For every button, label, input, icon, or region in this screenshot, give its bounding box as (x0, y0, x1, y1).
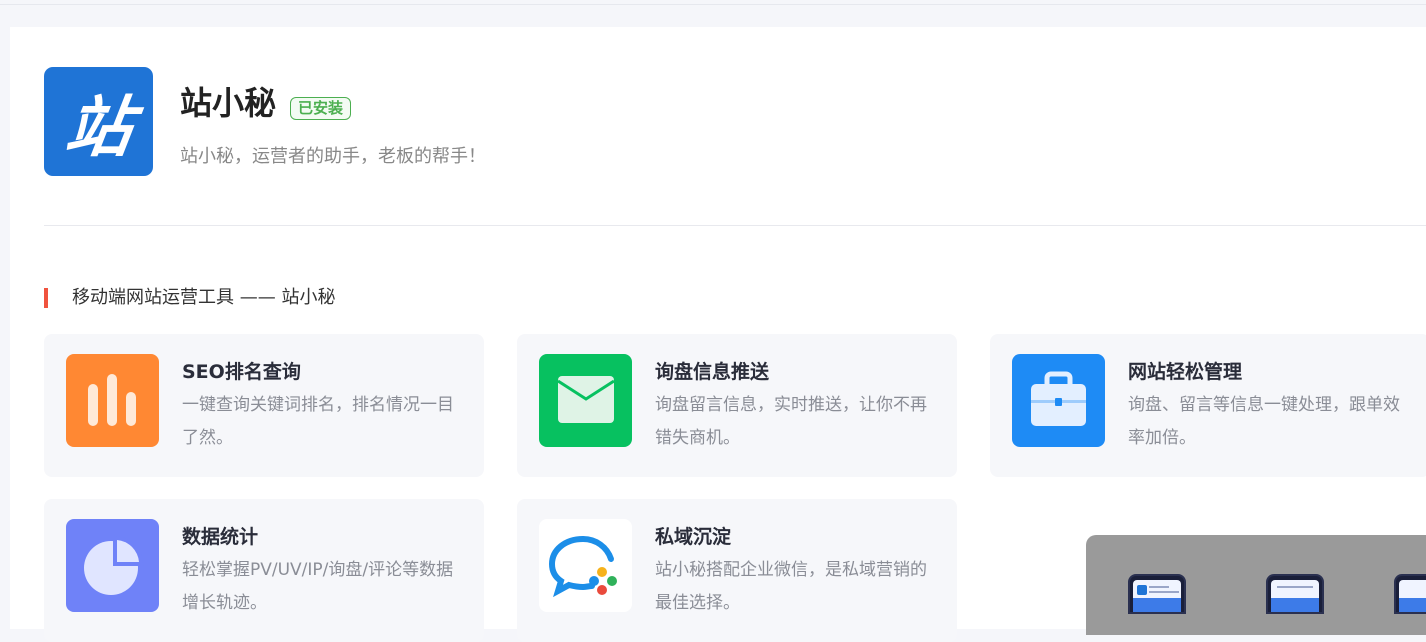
feature-title: 私域沉淀 (655, 526, 732, 548)
app-description: 站小秘，运营者的助手，老板的帮手！ (180, 146, 486, 167)
top-divider (0, 4, 1426, 5)
feature-title: 数据统计 (182, 526, 259, 548)
feature-card-statistics[interactable]: 数据统计 轻松掌握PV/UV/IP/询盘/评论等数据增长轨迹。 (44, 499, 484, 642)
section-accent-bar (44, 288, 48, 308)
feature-description: 询盘留言信息，实时推送，让你不再错失商机。 (655, 395, 927, 448)
feature-description: 一键查询关键词排名，排名情况一目了然。 (182, 395, 454, 448)
phone-mockup (1394, 574, 1426, 614)
feature-card-private-domain[interactable]: 私域沉淀 站小秘搭配企业微信，是私域营销的最佳选择。 (517, 499, 957, 642)
header-divider (44, 225, 1426, 226)
feature-title: SEO排名查询 (182, 361, 301, 383)
phone-mockup (1266, 574, 1324, 614)
pie-chart-icon (66, 519, 159, 612)
app-logo: 站 (44, 67, 153, 176)
section-title: 移动端网站运营工具 —— 站小秘 (72, 287, 336, 308)
feature-description: 站小秘搭配企业微信，是私域营销的最佳选择。 (655, 560, 927, 613)
feature-description: 轻松掌握PV/UV/IP/询盘/评论等数据增长轨迹。 (182, 560, 454, 613)
mail-icon (539, 354, 632, 447)
app-name: 站小秘 (180, 84, 277, 122)
app-screenshot-preview[interactable] (1086, 535, 1426, 635)
phone-mockup (1128, 574, 1186, 614)
bar-chart-icon (66, 354, 159, 447)
feature-title: 询盘信息推送 (655, 361, 770, 383)
wecom-icon (539, 519, 632, 612)
feature-card-inquiry[interactable]: 询盘信息推送 询盘留言信息，实时推送，让你不再错失商机。 (517, 334, 957, 477)
briefcase-icon (1012, 354, 1105, 447)
feature-card-site-management[interactable]: 网站轻松管理 询盘、留言等信息一键处理，跟单效率加倍。 (990, 334, 1426, 477)
app-logo-char: 站 (60, 88, 136, 166)
installed-badge: 已安装 (290, 97, 352, 120)
feature-card-seo[interactable]: SEO排名查询 一键查询关键词排名，排名情况一目了然。 (44, 334, 484, 477)
feature-title: 网站轻松管理 (1128, 361, 1243, 383)
feature-description: 询盘、留言等信息一键处理，跟单效率加倍。 (1128, 395, 1400, 448)
